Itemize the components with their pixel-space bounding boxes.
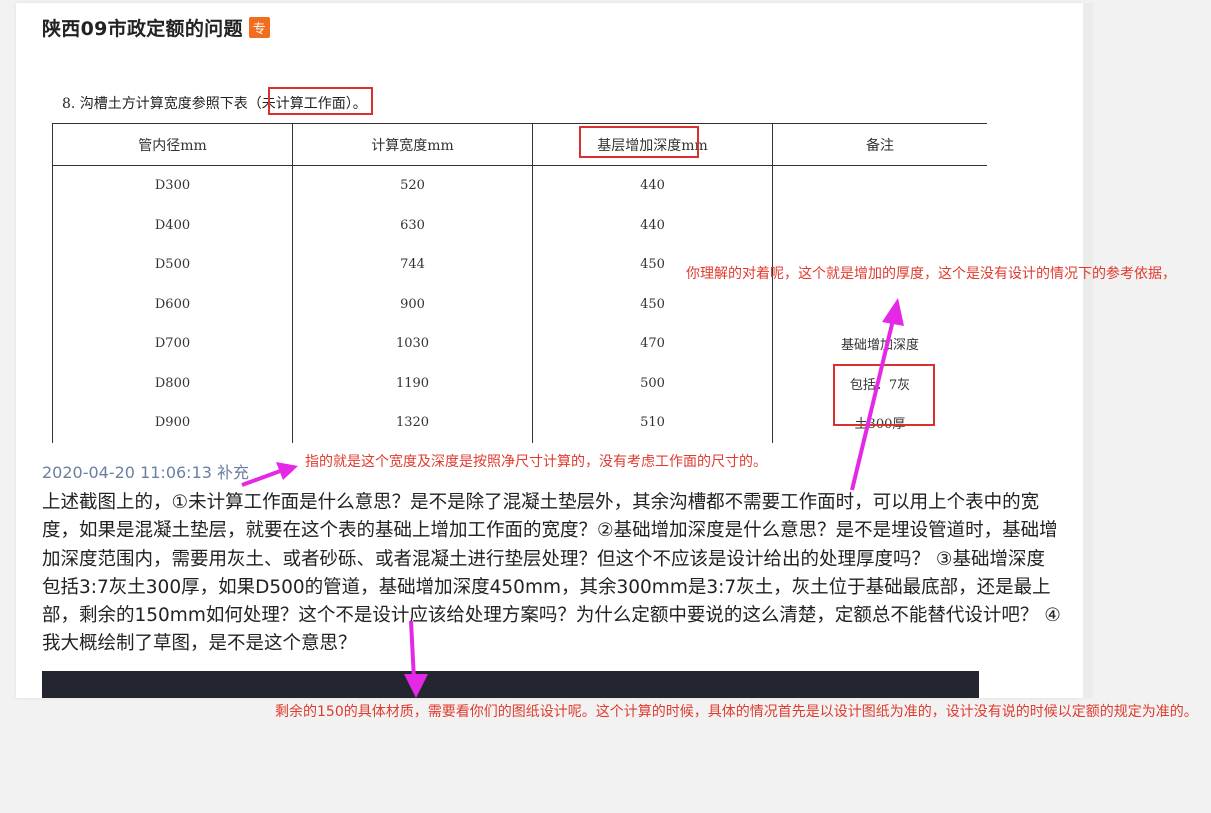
annotation-arrows [241,298,904,698]
arrow-line [409,620,416,681]
arrow-head [404,674,428,698]
arrow-head [882,298,904,326]
arrow-line [850,319,895,491]
arrow-line [241,468,284,487]
